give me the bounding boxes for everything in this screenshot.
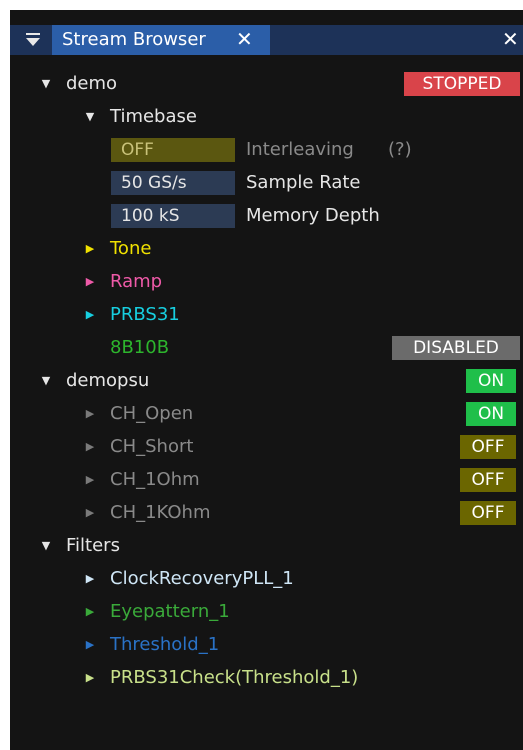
status-badge: OFF [460, 468, 516, 492]
tree-node-ramp[interactable]: ▶ Ramp [10, 267, 523, 297]
tree-node-prbs31[interactable]: ▶ PRBS31 [10, 300, 523, 330]
status-badge: DISABLED [392, 336, 520, 360]
expanded-arrow-icon[interactable]: ▼ [83, 102, 97, 132]
collapsed-arrow-icon[interactable]: ▶ [83, 630, 97, 660]
tree-node-ch-1ohm[interactable]: ▶ CH_1Ohm OFF [10, 465, 523, 495]
tree-node-clock-recovery[interactable]: ▶ ClockRecoveryPLL_1 [10, 564, 523, 594]
sample-rate-field[interactable]: 50 GS/s [111, 171, 235, 195]
node-label: ClockRecoveryPLL_1 [110, 568, 294, 589]
node-label: PRBS31 [110, 304, 180, 325]
tree-node-8b10b[interactable]: 8B10B DISABLED [10, 333, 523, 363]
help-icon[interactable]: (?) [388, 139, 412, 160]
window-menu-icon[interactable] [24, 28, 44, 52]
tab-title: Stream Browser [62, 29, 206, 50]
status-badge: STOPPED [404, 72, 520, 96]
node-label: demopsu [66, 370, 150, 391]
collapsed-arrow-icon[interactable]: ▶ [83, 663, 97, 693]
node-label: Timebase [110, 106, 197, 127]
node-label: Filters [66, 535, 120, 556]
tree-node-filters[interactable]: ▼ Filters [10, 531, 523, 561]
collapsed-arrow-icon[interactable]: ▶ [83, 300, 97, 330]
panel-close-icon[interactable]: ✕ [502, 27, 519, 51]
tree-node-ch-short[interactable]: ▶ CH_Short OFF [10, 432, 523, 462]
collapsed-arrow-icon[interactable]: ▶ [83, 564, 97, 594]
node-label: Eyepattern_1 [110, 601, 230, 622]
stream-browser-panel: Stream Browser ✕ ✕ ▼ demo STOPPED ▼ Time… [10, 10, 523, 750]
tree-node-ch-open[interactable]: ▶ CH_Open ON [10, 399, 523, 429]
status-badge: ON [466, 369, 516, 393]
collapsed-arrow-icon[interactable]: ▶ [83, 399, 97, 429]
collapsed-arrow-icon[interactable]: ▶ [83, 234, 97, 264]
tree-node-ch-1kohm[interactable]: ▶ CH_1KOhm OFF [10, 498, 523, 528]
node-label: Ramp [110, 271, 163, 292]
tree-node-tone[interactable]: ▶ Tone [10, 234, 523, 264]
node-label: demo [66, 73, 118, 94]
node-label: 8B10B [110, 337, 170, 358]
interleaving-row: OFF Interleaving (?) [10, 135, 523, 165]
tab-close-icon[interactable]: ✕ [236, 27, 253, 51]
status-badge: OFF [460, 435, 516, 459]
node-label: CH_Open [110, 403, 194, 424]
node-label: Threshold_1 [110, 634, 220, 655]
node-label: CH_1Ohm [110, 469, 200, 490]
memory-depth-row: 100 kS Memory Depth [10, 201, 523, 231]
tree-node-threshold[interactable]: ▶ Threshold_1 [10, 630, 523, 660]
node-label: PRBS31Check(Threshold_1) [110, 667, 359, 688]
status-badge: ON [466, 402, 516, 426]
interleaving-toggle[interactable]: OFF [111, 138, 235, 162]
tab-bar: Stream Browser ✕ ✕ [10, 25, 523, 55]
expanded-arrow-icon[interactable]: ▼ [39, 366, 53, 396]
node-label: Tone [110, 238, 152, 259]
interleaving-label: Interleaving [246, 139, 354, 160]
memory-depth-field[interactable]: 100 kS [111, 204, 235, 228]
sample-rate-row: 50 GS/s Sample Rate [10, 168, 523, 198]
memory-depth-label: Memory Depth [246, 205, 380, 226]
tree-node-demopsu[interactable]: ▼ demopsu ON [10, 366, 523, 396]
node-label: CH_1KOhm [110, 502, 211, 523]
node-label: CH_Short [110, 436, 194, 457]
collapsed-arrow-icon[interactable]: ▶ [83, 432, 97, 462]
collapsed-arrow-icon[interactable]: ▶ [83, 267, 97, 297]
collapsed-arrow-icon[interactable]: ▶ [83, 597, 97, 627]
tree-node-eyepattern[interactable]: ▶ Eyepattern_1 [10, 597, 523, 627]
collapsed-arrow-icon[interactable]: ▶ [83, 498, 97, 528]
sample-rate-label: Sample Rate [246, 172, 361, 193]
tab-stream-browser[interactable]: Stream Browser ✕ [52, 25, 270, 55]
tree-node-prbs31-check[interactable]: ▶ PRBS31Check(Threshold_1) [10, 663, 523, 693]
expanded-arrow-icon[interactable]: ▼ [39, 531, 53, 561]
tree-node-timebase[interactable]: ▼ Timebase [10, 102, 523, 132]
expanded-arrow-icon[interactable]: ▼ [39, 69, 53, 99]
status-badge: OFF [460, 501, 516, 525]
tree-node-demo[interactable]: ▼ demo STOPPED [10, 69, 523, 99]
collapsed-arrow-icon[interactable]: ▶ [83, 465, 97, 495]
